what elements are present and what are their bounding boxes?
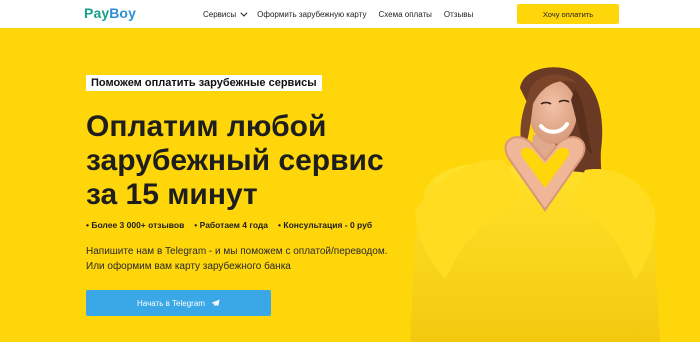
nav-services-label: Сервисы [203, 9, 237, 19]
payboy-logo[interactable]: PayBoy [84, 5, 136, 21]
start-telegram-label: Начать в Telegram [137, 298, 205, 308]
nav-item-reviews[interactable]: Отзывы [444, 10, 473, 19]
nav-foreign-card-label: Оформить зарубежную карту [257, 9, 367, 19]
fact-years: Работаем 4 года [194, 220, 268, 230]
description-line-2: Или оформим вам карту зарубежного банка [86, 261, 291, 272]
nav-item-services[interactable]: Сервисы [203, 9, 248, 19]
telegram-icon [211, 299, 220, 307]
logo-pay: Pay [84, 5, 110, 21]
nav-payment-scheme-label: Схема оплаты [378, 9, 432, 19]
start-telegram-button[interactable]: Начать в Telegram [86, 290, 271, 316]
fact-consultation: Консультация - 0 руб [278, 220, 372, 230]
hero-badge: Поможем оплатить зарубежные сервисы [86, 75, 322, 91]
top-navigation-bar: PayBoy Сервисы Оформить зарубежную карту… [0, 0, 700, 28]
chevron-down-icon [240, 9, 248, 17]
want-to-pay-button[interactable]: Хочу оплатить [517, 4, 619, 24]
nav-reviews-label: Отзывы [443, 9, 474, 19]
main-nav: Сервисы Оформить зарубежную карту Схема … [203, 0, 473, 28]
hero-facts: Более 3 000+ отзывов Работаем 4 года Кон… [86, 220, 372, 230]
headline-line-1: Оплатим любой [86, 110, 327, 143]
hero-woman-photo [410, 67, 660, 342]
fact-reviews: Более 3 000+ отзывов [86, 220, 184, 230]
hero-description: Напишите нам в Telegram - и мы поможем с… [86, 244, 387, 274]
headline-line-2: зарубежный сервис [86, 144, 384, 177]
want-to-pay-label: Хочу оплатить [542, 9, 594, 19]
logo-boy: Boy [109, 5, 136, 21]
hero-headline: Оплатим любой зарубежный сервис за 15 ми… [86, 110, 416, 212]
hero-badge-text: Поможем оплатить зарубежные сервисы [91, 77, 317, 89]
nav-item-payment-scheme[interactable]: Схема оплаты [378, 10, 431, 19]
headline-line-3: за 15 минут [86, 178, 258, 211]
nav-item-foreign-card[interactable]: Оформить зарубежную карту [257, 10, 366, 19]
description-line-1: Напишите нам в Telegram - и мы поможем с… [86, 246, 388, 257]
